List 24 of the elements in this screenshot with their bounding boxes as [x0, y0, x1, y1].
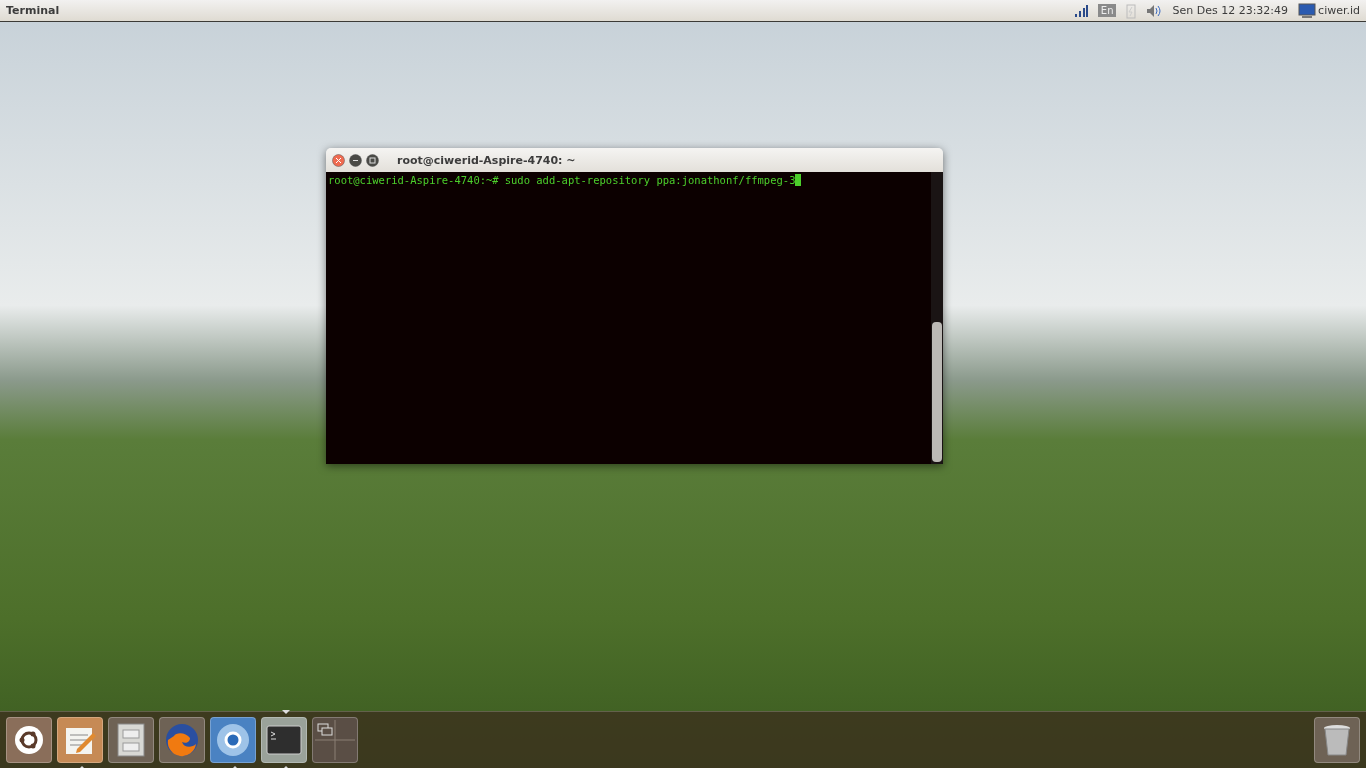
- close-button[interactable]: [332, 153, 345, 167]
- dock-launcher[interactable]: [108, 717, 154, 763]
- shell-prompt: root@ciwerid-Aspire-4740:~#: [328, 174, 499, 186]
- computer-monitor-icon: [1298, 2, 1317, 19]
- workspace-grid-icon: [315, 720, 355, 760]
- signal-bars-icon[interactable]: [1073, 3, 1088, 18]
- app-title: Terminal: [6, 4, 61, 17]
- trash-can-icon: [1322, 723, 1352, 757]
- minimize-button[interactable]: [349, 153, 362, 167]
- command-text: sudo add-apt-repository ppa:jonathonf/ffmpeg-3: [504, 174, 802, 186]
- scrollbar-thumb[interactable]: [932, 322, 942, 462]
- fox-globe-icon: [164, 722, 200, 758]
- trash-launcher[interactable]: [1314, 717, 1360, 763]
- clock[interactable]: Sen Des 12 23:32:49: [1172, 4, 1289, 17]
- window-title: root@ciwerid-Aspire-4740: ~: [397, 153, 576, 167]
- ubuntu-logo-icon: [14, 725, 44, 755]
- file-cabinet-icon: [116, 722, 146, 758]
- user-name[interactable]: ciwer.id: [1318, 4, 1360, 17]
- ring-logo-icon: [215, 722, 251, 758]
- dock-launcher[interactable]: [6, 717, 52, 763]
- text-cursor: [795, 174, 802, 186]
- maximize-button[interactable]: [366, 153, 379, 167]
- speaker-icon[interactable]: [1146, 3, 1163, 18]
- terminal-screen-icon: [266, 725, 302, 755]
